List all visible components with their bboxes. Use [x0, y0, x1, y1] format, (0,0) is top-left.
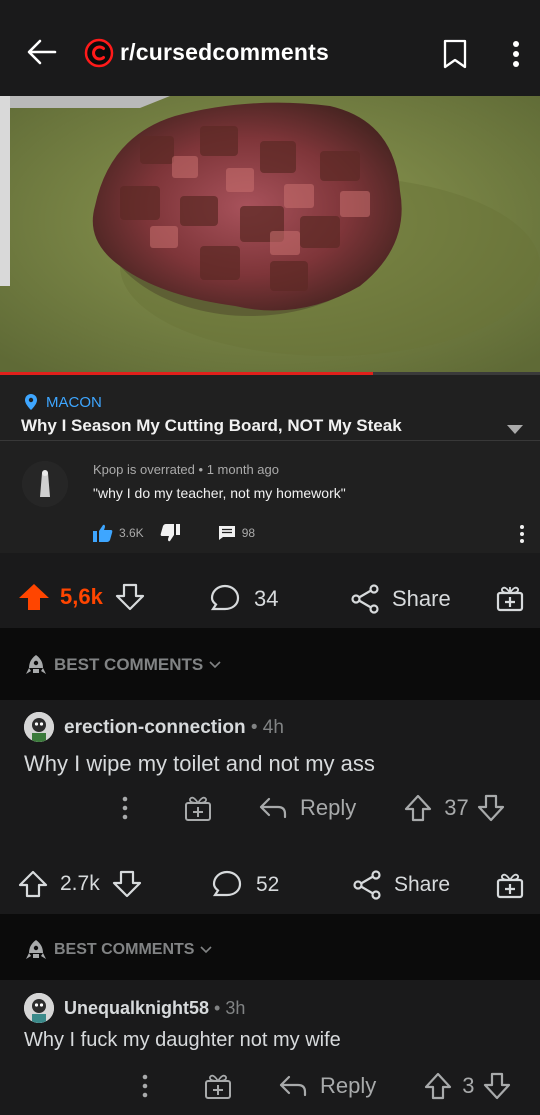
- share-button[interactable]: Share: [352, 870, 450, 900]
- location-text: MACON: [46, 393, 102, 411]
- location-pin-icon: [25, 394, 37, 410]
- comment-body: Why I wipe my toilet and not my ass: [24, 751, 375, 776]
- comment-actions: Reply 37: [118, 794, 528, 822]
- comment-time: 4h: [262, 717, 284, 738]
- sort-selector[interactable]: BEST COMMENTS: [24, 939, 213, 961]
- reply-arrow-icon: [279, 1075, 307, 1097]
- comment-header: erection-connection • 4h: [64, 717, 284, 739]
- best-comments-label: BEST COMMENTS: [54, 655, 204, 674]
- comment-actions: Reply 3: [138, 1072, 528, 1100]
- rocket-icon: [26, 655, 46, 674]
- reply-button[interactable]: Reply: [258, 795, 356, 821]
- post-score: 2.7k: [60, 872, 100, 895]
- share-button[interactable]: Share: [350, 584, 451, 614]
- upvote-icon[interactable]: [404, 794, 432, 822]
- more-options-icon[interactable]: [506, 38, 526, 70]
- video-info-panel: MACON Why I Season My Cutting Board, NOT…: [0, 375, 540, 553]
- best-comments-label: BEST COMMENTS: [54, 941, 195, 958]
- comment-meta: Kpop is overrated • 1 month ago: [93, 462, 279, 477]
- replies-icon[interactable]: [218, 525, 236, 541]
- divider: [0, 440, 540, 441]
- expand-caret-icon[interactable]: [506, 423, 524, 435]
- reply-count: 98: [241, 526, 256, 540]
- comment-more-icon[interactable]: [516, 523, 528, 545]
- reply-label: Reply: [300, 795, 357, 820]
- post-vote: 5,6k: [18, 583, 145, 611]
- comment-bubble-icon: [212, 870, 242, 897]
- user-avatar[interactable]: [24, 712, 54, 742]
- comments-button[interactable]: 34: [210, 584, 278, 614]
- downvote-icon[interactable]: [477, 794, 505, 822]
- upvote-icon[interactable]: [18, 583, 50, 611]
- comment-count: 34: [254, 586, 279, 611]
- share-label: Share: [392, 586, 451, 611]
- upvote-icon[interactable]: [424, 1072, 452, 1100]
- post-action-bar: 5,6k 34 Share: [0, 553, 540, 628]
- comment-count: 52: [256, 873, 280, 896]
- share-icon: [353, 870, 381, 900]
- award-icon[interactable]: [204, 1072, 232, 1100]
- more-options-icon[interactable]: [138, 1072, 152, 1100]
- comment-score: 3: [462, 1073, 475, 1098]
- meta-separator: •: [198, 462, 204, 477]
- post-action-bar: 2.7k 52 Share: [0, 842, 540, 914]
- reply-button[interactable]: Reply: [278, 1073, 376, 1099]
- reply-label: Reply: [320, 1073, 377, 1098]
- comment-bubble-icon: [210, 584, 240, 611]
- user-avatar[interactable]: [24, 993, 54, 1023]
- comment-actions: 3.6K 98: [93, 524, 255, 542]
- comment-time: 3h: [225, 998, 246, 1018]
- post-vote: 2.7k: [18, 870, 142, 898]
- upvote-icon[interactable]: [18, 870, 48, 898]
- commenter-avatar[interactable]: [22, 461, 68, 507]
- award-icon[interactable]: [496, 584, 524, 612]
- comment-text: "why I do my teacher, not my homework": [93, 485, 346, 501]
- comment-username[interactable]: erection-connection: [64, 717, 246, 738]
- comment-body: Why I fuck my daughter not my wife: [24, 1029, 341, 1051]
- comment-card: Unequalknight58 • 3h Why I fuck my daugh…: [0, 980, 540, 1115]
- comment-card: erection-connection • 4h Why I wipe my t…: [0, 700, 540, 842]
- award-icon[interactable]: [184, 794, 212, 822]
- top-app-bar: r/cursedcomments: [0, 0, 540, 96]
- back-arrow-icon[interactable]: [24, 34, 60, 70]
- comment-username[interactable]: Unequalknight58: [64, 998, 209, 1018]
- video-frame[interactable]: [0, 96, 540, 374]
- like-count: 3.6K: [119, 526, 144, 540]
- downvote-icon[interactable]: [115, 583, 145, 611]
- dislike-icon[interactable]: [160, 524, 180, 542]
- chevron-down-icon: [209, 661, 221, 669]
- share-label: Share: [394, 873, 451, 896]
- downvote-icon[interactable]: [483, 1072, 511, 1100]
- comment-header: Unequalknight58 • 3h: [64, 998, 245, 1019]
- chevron-down-icon: [200, 946, 213, 954]
- post-score: 5,6k: [60, 584, 103, 609]
- meta-separator: •: [209, 998, 226, 1018]
- reply-arrow-icon: [259, 797, 287, 819]
- subreddit-icon[interactable]: [84, 38, 114, 68]
- bookmark-icon[interactable]: [442, 39, 468, 69]
- downvote-icon[interactable]: [112, 870, 142, 898]
- rocket-icon: [26, 940, 46, 959]
- like-icon[interactable]: [93, 524, 113, 542]
- more-options-icon[interactable]: [118, 794, 132, 822]
- award-icon[interactable]: [496, 871, 524, 899]
- comment-time: 1 month ago: [206, 462, 279, 477]
- best-comments-bar: BEST COMMENTS: [0, 914, 540, 980]
- comment-score: 37: [444, 795, 469, 820]
- subreddit-name[interactable]: r/cursedcomments: [120, 39, 329, 66]
- comments-button[interactable]: 52: [212, 870, 279, 900]
- location-link[interactable]: MACON: [24, 393, 102, 411]
- best-comments-bar: BEST COMMENTS: [0, 628, 540, 700]
- sort-selector[interactable]: BEST COMMENTS: [24, 654, 221, 676]
- meta-separator: •: [245, 717, 263, 738]
- comment-author[interactable]: Kpop is overrated: [93, 462, 195, 477]
- share-icon: [351, 584, 379, 614]
- video-title: Why I Season My Cutting Board, NOT My St…: [21, 416, 402, 435]
